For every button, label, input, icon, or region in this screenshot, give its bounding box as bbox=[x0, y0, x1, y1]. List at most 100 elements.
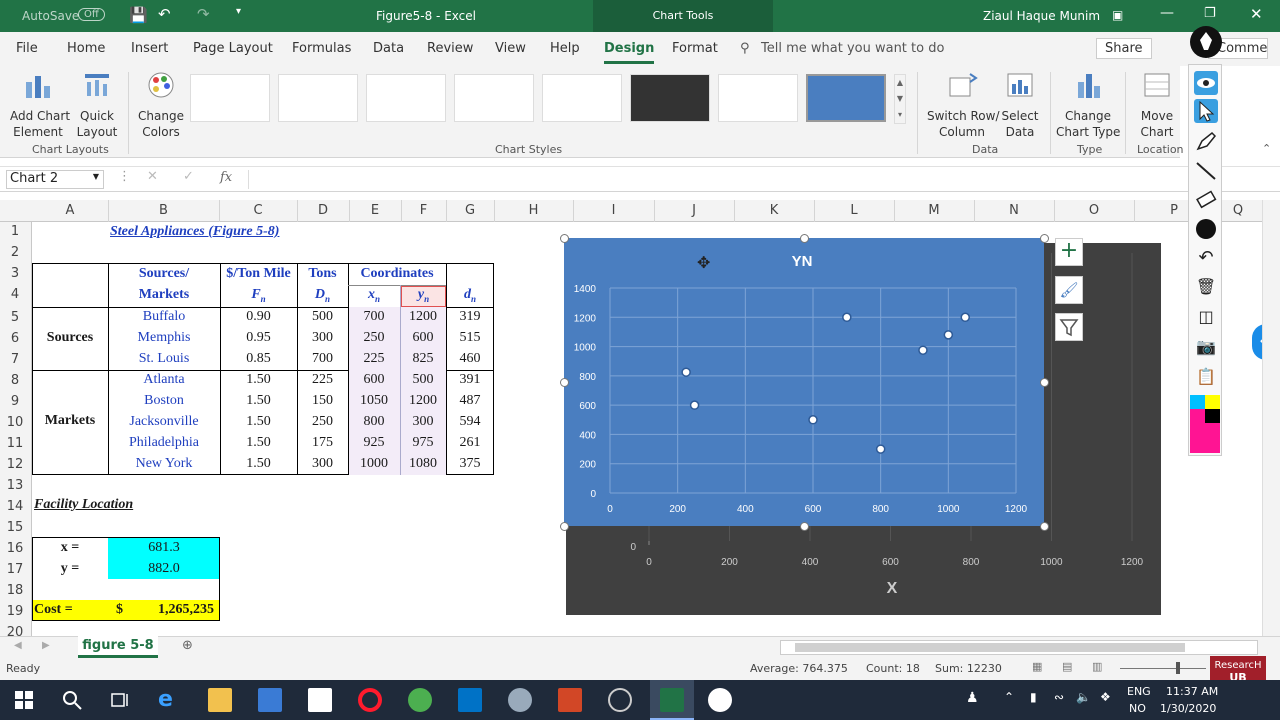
restore-icon[interactable]: ❐ bbox=[1204, 6, 1216, 21]
tab-page-layout[interactable]: Page Layout bbox=[193, 41, 273, 56]
volume-icon[interactable]: 🔈 bbox=[1076, 690, 1091, 704]
obs-icon[interactable] bbox=[608, 688, 632, 712]
next-sheet-icon[interactable]: ▶ bbox=[42, 640, 50, 651]
row-header-cell[interactable]: 19 bbox=[0, 604, 30, 619]
resize-handle[interactable] bbox=[800, 234, 809, 243]
column-header-cell[interactable]: C bbox=[219, 203, 297, 218]
clipboard-icon[interactable]: 📋 bbox=[1194, 367, 1218, 391]
cancel-icon[interactable]: ✕ bbox=[147, 169, 158, 184]
pen-taskbar-icon[interactable] bbox=[708, 688, 732, 712]
tab-data[interactable]: Data bbox=[373, 41, 404, 56]
customize-qat-icon[interactable]: ▾ bbox=[236, 6, 241, 17]
chart-elements-button[interactable]: + bbox=[1055, 238, 1083, 266]
tab-view[interactable]: View bbox=[495, 41, 526, 56]
tab-insert[interactable]: Insert bbox=[131, 41, 168, 56]
task-view-icon[interactable] bbox=[108, 688, 132, 712]
excel-taskbar-button[interactable] bbox=[650, 680, 694, 720]
page-break-view-icon[interactable]: ▥ bbox=[1092, 660, 1102, 673]
chrome-icon[interactable] bbox=[408, 688, 432, 712]
normal-view-icon[interactable]: ▦ bbox=[1032, 660, 1042, 673]
undo-icon[interactable]: ↶ bbox=[158, 5, 171, 23]
data-point[interactable] bbox=[681, 367, 691, 377]
tab-formulas[interactable]: Formulas bbox=[292, 41, 351, 56]
add-sheet-icon[interactable]: ⊕ bbox=[182, 638, 193, 653]
row-header-cell[interactable]: 12 bbox=[0, 457, 30, 472]
resize-handle[interactable] bbox=[1040, 378, 1049, 387]
tab-file[interactable]: File bbox=[16, 41, 38, 56]
row-header-cell[interactable]: 6 bbox=[0, 331, 30, 346]
data-point[interactable] bbox=[960, 312, 970, 323]
store-icon[interactable] bbox=[258, 688, 282, 712]
app-icon[interactable] bbox=[508, 688, 532, 712]
people-icon[interactable]: ♟ bbox=[966, 690, 979, 706]
column-header-cell[interactable]: O bbox=[1054, 203, 1134, 218]
row-header-cell[interactable]: 14 bbox=[0, 499, 30, 514]
sheet-tab-figure-5-8[interactable]: figure 5-8 bbox=[78, 636, 158, 658]
tab-review[interactable]: Review bbox=[427, 41, 473, 56]
autosave-toggle[interactable]: Off bbox=[78, 8, 105, 21]
wifi-icon[interactable]: ∾ bbox=[1054, 690, 1064, 704]
vertical-scrollbar[interactable] bbox=[1262, 200, 1280, 636]
eye-icon[interactable] bbox=[1194, 71, 1218, 95]
camera-icon[interactable]: 📷 bbox=[1194, 337, 1218, 361]
row-header-cell[interactable]: 3 bbox=[0, 266, 30, 281]
clock-date[interactable]: 1/30/2020 bbox=[1160, 702, 1216, 715]
name-box[interactable]: Chart 2 ▼ bbox=[6, 170, 104, 189]
zoom-slider[interactable] bbox=[1120, 668, 1206, 669]
quick-layout-button[interactable]: Quick Layout bbox=[72, 70, 122, 140]
row-header-cell[interactable]: 7 bbox=[0, 352, 30, 367]
edge-icon[interactable]: e bbox=[158, 688, 182, 712]
row-header-cell[interactable]: 18 bbox=[0, 583, 30, 598]
chart-style-2[interactable] bbox=[278, 74, 358, 122]
search-taskbar-icon[interactable] bbox=[60, 688, 84, 712]
tell-me-search[interactable]: Tell me what you want to do bbox=[761, 41, 944, 56]
color-palette-icon[interactable] bbox=[1190, 395, 1220, 453]
data-point[interactable] bbox=[918, 345, 928, 355]
share-button[interactable]: Share bbox=[1096, 38, 1152, 59]
switch-row-column-button[interactable]: Switch Row/ Column bbox=[927, 70, 1000, 140]
column-header-cell[interactable]: L bbox=[814, 203, 894, 218]
data-point[interactable] bbox=[875, 444, 886, 454]
data-point[interactable] bbox=[808, 415, 818, 425]
column-header-cell[interactable]: I bbox=[573, 203, 654, 218]
chart-style-1[interactable] bbox=[190, 74, 270, 122]
row-header-cell[interactable]: 16 bbox=[0, 541, 30, 556]
fx-button[interactable]: fx bbox=[220, 170, 232, 185]
file-explorer-icon[interactable] bbox=[208, 688, 232, 712]
row-header-cell[interactable]: 4 bbox=[0, 287, 30, 302]
column-header-cell[interactable]: K bbox=[734, 203, 814, 218]
save-icon[interactable]: 💾 bbox=[129, 6, 148, 24]
color-dot-icon[interactable] bbox=[1194, 217, 1218, 241]
outlook-icon[interactable] bbox=[458, 688, 482, 712]
windows-start-icon[interactable] bbox=[12, 688, 36, 712]
close-icon[interactable]: ✕ bbox=[1250, 5, 1263, 23]
data-point[interactable] bbox=[842, 312, 852, 323]
minimize-icon[interactable]: — bbox=[1160, 5, 1174, 21]
lang-2[interactable]: NO bbox=[1129, 702, 1146, 715]
column-header-cell[interactable]: D bbox=[297, 203, 349, 218]
chart-style-7[interactable] bbox=[718, 74, 798, 122]
collapse-ribbon-icon[interactable]: ⌃ bbox=[1262, 142, 1271, 155]
select-data-button[interactable]: Select Data bbox=[1000, 70, 1040, 140]
row-header-cell[interactable]: 2 bbox=[0, 245, 30, 260]
chart-style-8[interactable] bbox=[806, 74, 886, 122]
mail-icon[interactable] bbox=[308, 688, 332, 712]
prev-sheet-icon[interactable]: ◀ bbox=[14, 640, 22, 651]
change-chart-type-button[interactable]: Change Chart Type bbox=[1056, 70, 1120, 140]
row-header-cell[interactable]: 17 bbox=[0, 562, 30, 577]
user-name[interactable]: Ziaul Haque Munim bbox=[983, 9, 1100, 23]
row-header-cell[interactable]: 9 bbox=[0, 394, 30, 409]
add-chart-element-button[interactable]: Add Chart Element bbox=[10, 70, 70, 140]
formula-input[interactable] bbox=[248, 170, 1272, 189]
eraser-icon[interactable] bbox=[1194, 187, 1218, 211]
resize-handle[interactable] bbox=[560, 522, 569, 531]
zoom-thumb[interactable] bbox=[1176, 662, 1180, 674]
tab-design[interactable]: Design bbox=[604, 41, 655, 64]
chart-title[interactable]: YN bbox=[792, 253, 813, 270]
x-axis-title[interactable]: X bbox=[887, 580, 898, 597]
powerpoint-icon[interactable] bbox=[558, 688, 582, 712]
pointer-icon[interactable] bbox=[1194, 99, 1218, 123]
column-header-cell[interactable]: A bbox=[32, 203, 108, 218]
column-header-cell[interactable]: B bbox=[108, 203, 219, 218]
move-chart-button[interactable]: Move Chart bbox=[1134, 70, 1180, 140]
